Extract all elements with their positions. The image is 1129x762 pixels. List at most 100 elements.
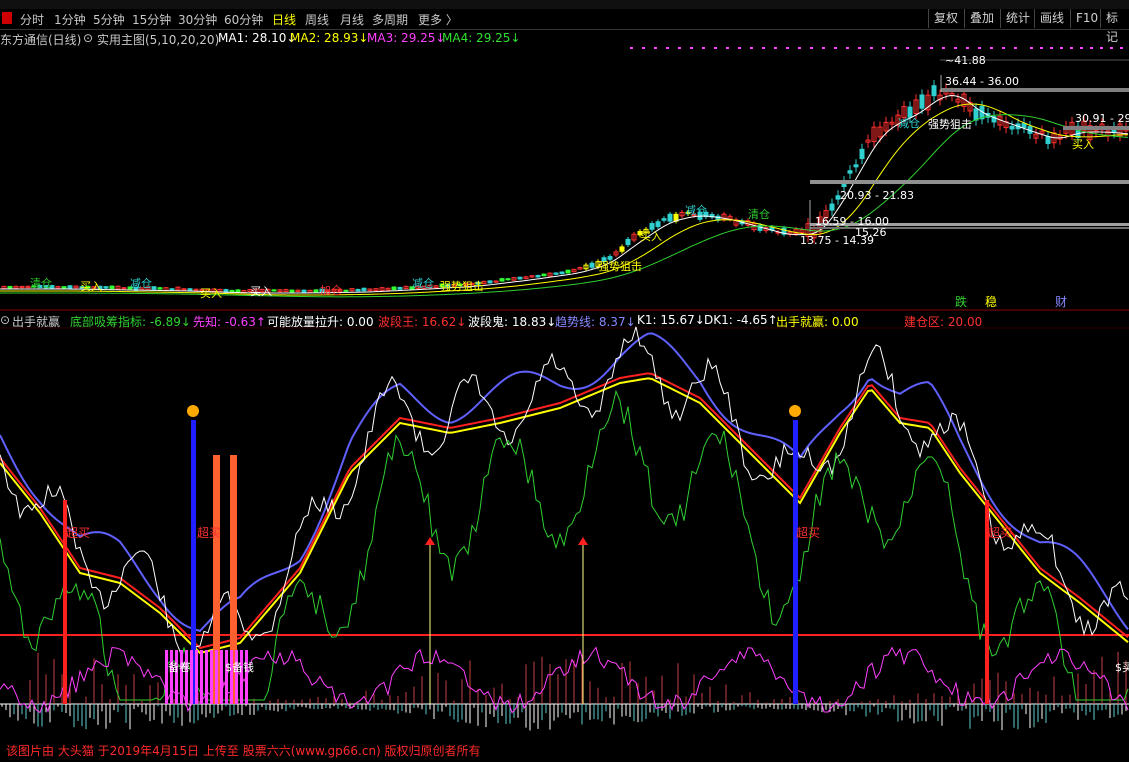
- dotted-marker: [1060, 47, 1063, 49]
- cluster-bar: [185, 650, 188, 704]
- signal-strong: 强势狙击: [440, 280, 484, 293]
- candle-body: [859, 148, 865, 160]
- dotted-marker: [738, 47, 741, 49]
- cluster-bar: [230, 650, 233, 704]
- dotted-marker: [1030, 47, 1033, 49]
- signal-reduce: 减仓: [130, 276, 152, 290]
- cluster-bar: [205, 650, 208, 704]
- label-buy-star: $买入: [1115, 661, 1129, 674]
- signal-reduce-3: 减仓: [685, 203, 707, 217]
- money-bag-icon-2: [789, 405, 801, 417]
- candle-body: [313, 289, 319, 293]
- prophet-line: [0, 646, 1129, 714]
- price-label-r1: 36.44 - 36.00: [945, 75, 1019, 88]
- candle-body: [919, 94, 925, 109]
- dotted-marker: [1014, 47, 1017, 49]
- ma2-line: [0, 103, 1129, 296]
- candle-body: [649, 223, 655, 230]
- candle-body: [361, 287, 367, 292]
- cluster-bar: [215, 650, 218, 704]
- candle-body: [1045, 136, 1051, 144]
- candle-body: [589, 262, 595, 268]
- candle-body: [907, 106, 913, 118]
- candle-body: [67, 285, 73, 290]
- candle-body: [61, 286, 67, 289]
- candle-body: [301, 289, 307, 293]
- dotted-marker: [810, 47, 813, 49]
- cluster-bar: [225, 650, 228, 704]
- cluster-bar: [190, 650, 193, 704]
- dotted-marker: [966, 47, 969, 49]
- dotted-marker: [906, 47, 909, 49]
- signal-buy-in: 买入: [640, 230, 662, 243]
- signal-strong-3: 强势狙击: [928, 118, 972, 131]
- cluster-bar: [170, 650, 173, 704]
- candle-body: [391, 286, 397, 291]
- label-beijuan: 备卷: [168, 660, 190, 674]
- dotted-marker: [978, 47, 981, 49]
- dotted-marker: [894, 47, 897, 49]
- signal-add: 加仓: [320, 283, 342, 297]
- candle-body: [661, 218, 667, 221]
- candle-body: [553, 272, 559, 275]
- signal-stable: 稳: [985, 294, 997, 309]
- resistance-band-2: [1063, 126, 1129, 130]
- signal-buy-in-2: 买入: [1072, 138, 1094, 151]
- candle-body: [487, 280, 493, 284]
- dotted-marker: [882, 47, 885, 49]
- candle-body: [397, 286, 403, 290]
- dotted-marker: [702, 47, 705, 49]
- dotted-marker: [1090, 47, 1093, 49]
- candle-body: [7, 285, 13, 290]
- candle-body: [535, 274, 541, 278]
- candle-body: [109, 285, 115, 290]
- signal-clear-2: 清仓: [748, 207, 770, 221]
- signal-wealth: 财: [1055, 295, 1067, 309]
- dotted-marker: [714, 47, 717, 49]
- label-chaomai-4: 超买: [988, 525, 1012, 540]
- label-money: $备钱: [225, 660, 254, 674]
- candle-body: [931, 85, 937, 97]
- chart-canvas[interactable]: ~41.88 36.44 - 36.00 30.91 - 29 20.93 - 21.…: [0, 0, 1129, 762]
- dotted-marker: [690, 47, 693, 49]
- dotted-marker: [774, 47, 777, 49]
- dotted-marker: [918, 47, 921, 49]
- candle-body: [229, 289, 235, 293]
- cluster-bar: [210, 650, 213, 704]
- cluster-bar: [165, 650, 168, 704]
- price-label-r5: 13.75 - 14.39: [800, 234, 874, 247]
- signal-bar-blue-2: [793, 420, 798, 704]
- cluster-bar: [240, 650, 243, 704]
- up-arrow-icon: [425, 537, 435, 545]
- candle-body: [619, 246, 625, 252]
- dotted-marker: [942, 47, 945, 49]
- dotted-marker: [1040, 47, 1043, 49]
- candle-body: [607, 256, 613, 260]
- candle-body: [667, 213, 673, 222]
- signal-buy-2: 买入: [200, 287, 222, 300]
- dotted-marker: [822, 47, 825, 49]
- signal-buy-3: 买入: [250, 285, 272, 298]
- candle-body: [541, 273, 547, 277]
- signal-fall: 跌: [955, 294, 967, 309]
- dotted-marker: [726, 47, 729, 49]
- dotted-marker: [870, 47, 873, 49]
- candle-body: [853, 164, 859, 168]
- candle-body: [499, 278, 505, 282]
- candle-body: [565, 269, 571, 274]
- candle-body: [625, 238, 631, 246]
- cluster-bar: [235, 650, 238, 704]
- price-label-high: ~41.88: [945, 54, 986, 67]
- dotted-marker: [786, 47, 789, 49]
- label-chaomai-3: 超买: [796, 525, 820, 540]
- candle-body: [973, 108, 979, 121]
- cluster-bar: [175, 650, 178, 704]
- candle-body: [355, 288, 361, 292]
- price-label-r3: 20.93 - 21.83: [840, 189, 914, 202]
- resistance-band: [941, 88, 1129, 92]
- dotted-marker: [1100, 47, 1103, 49]
- trend-line: [0, 332, 1129, 633]
- dotted-marker: [654, 47, 657, 49]
- up-arrow-icon-2: [578, 537, 588, 545]
- dotted-marker: [1002, 47, 1005, 49]
